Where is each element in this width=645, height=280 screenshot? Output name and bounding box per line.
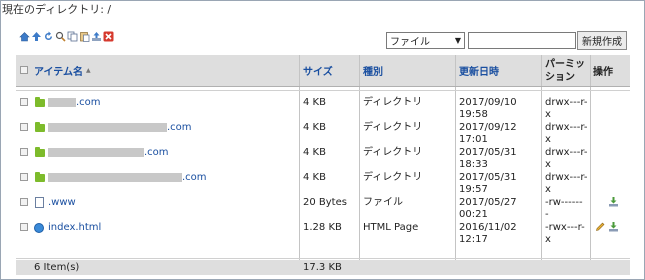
row-type: ファイル: [363, 197, 403, 208]
folder-icon: [35, 122, 45, 132]
download-icon[interactable]: [608, 221, 619, 232]
row-permission: drwx---r-: [545, 172, 588, 183]
chevron-down-icon: ▼: [454, 36, 461, 45]
row-time: 12:17: [459, 234, 488, 245]
paste-icon[interactable]: [79, 31, 90, 42]
edit-pencil-icon[interactable]: [595, 221, 606, 232]
table-row[interactable]: .www 20 Bytes ファイル 2017/05/27 00:21 -rw-…: [16, 195, 630, 220]
row-type: ディレクトリ: [363, 122, 423, 133]
row-type: ディレクトリ: [363, 172, 423, 183]
home-icon[interactable]: [19, 31, 30, 42]
column-header-type[interactable]: 種別: [363, 55, 383, 86]
table-footer: 6 Item(s) 17.3 KB: [16, 260, 630, 275]
refresh-icon[interactable]: [43, 31, 54, 42]
column-header-modified[interactable]: 更新日時: [459, 55, 499, 86]
new-create-button[interactable]: 新規作成: [577, 31, 627, 50]
redacted-text: [48, 172, 182, 182]
row-date: 2016/11/02: [459, 222, 517, 233]
row-permission: -rw------: [545, 197, 583, 208]
footer-divider: [16, 258, 630, 259]
row-date: 2017/05/31: [459, 172, 517, 183]
total-size: 17.3 KB: [303, 262, 342, 273]
column-header-name[interactable]: アイテム名 ▲: [34, 55, 91, 86]
select-all-checkbox[interactable]: [20, 66, 28, 74]
row-permission-cont: x: [545, 234, 551, 245]
row-permission: -rwx---r-: [545, 222, 585, 233]
row-checkbox[interactable]: [20, 173, 28, 181]
table-row[interactable]: .com 4 KB ディレクトリ 2017/05/31 19:57 drwx--…: [16, 170, 630, 195]
type-filter-select[interactable]: ファイル ▼: [386, 32, 465, 49]
item-count: 6 Item(s): [34, 262, 80, 273]
redacted-text: [48, 97, 76, 107]
table-row[interactable]: .com 4 KB ディレクトリ 2017/09/10 19:58 drwx--…: [16, 95, 630, 120]
row-size: 20 Bytes: [303, 197, 347, 208]
html-icon: [34, 223, 44, 233]
row-name-link[interactable]: .com: [48, 97, 101, 109]
upload-icon[interactable]: [91, 31, 102, 42]
folder-icon: [35, 97, 45, 107]
row-name-link[interactable]: .com: [48, 147, 169, 159]
current-directory: 現在のディレクトリ: /: [2, 3, 112, 16]
row-permission: drwx---r-: [545, 97, 588, 108]
redacted-text: [48, 122, 167, 132]
row-checkbox[interactable]: [20, 148, 28, 156]
row-name-link[interactable]: .com: [48, 172, 207, 184]
column-header-size[interactable]: サイズ: [303, 55, 333, 86]
row-checkbox[interactable]: [20, 123, 28, 131]
row-checkbox[interactable]: [20, 198, 28, 206]
download-icon[interactable]: [608, 196, 619, 207]
up-arrow-icon[interactable]: [31, 31, 42, 42]
row-checkbox[interactable]: [20, 98, 28, 106]
header-divider: [16, 90, 630, 91]
column-header-permission: パーミッ ション: [545, 58, 585, 83]
row-size: 4 KB: [303, 147, 326, 158]
folder-icon: [35, 172, 45, 182]
row-size: 4 KB: [303, 97, 326, 108]
row-name-link[interactable]: index.html: [48, 222, 101, 234]
row-type: ディレクトリ: [363, 147, 423, 158]
row-permission: drwx---r-: [545, 122, 588, 133]
row-permission: drwx---r-: [545, 147, 588, 158]
row-type: ディレクトリ: [363, 97, 423, 108]
row-type: HTML Page: [363, 222, 419, 233]
row-size: 4 KB: [303, 172, 326, 183]
toolbar: [19, 31, 114, 42]
table-row[interactable]: .com 4 KB ディレクトリ 2017/09/12 17:01 drwx--…: [16, 120, 630, 145]
search-icon[interactable]: [55, 31, 66, 42]
row-name-link[interactable]: .www: [48, 197, 76, 209]
redacted-text: [48, 147, 144, 157]
row-size: 4 KB: [303, 122, 326, 133]
row-date: 2017/09/12: [459, 122, 517, 133]
row-date: 2017/09/10: [459, 97, 517, 108]
row-size: 1.28 KB: [303, 222, 342, 233]
table-row[interactable]: .com 4 KB ディレクトリ 2017/05/31 18:33 drwx--…: [16, 145, 630, 170]
table-row[interactable]: index.html 1.28 KB HTML Page 2016/11/02 …: [16, 220, 630, 245]
type-filter-value: ファイル: [390, 37, 430, 48]
header-divider: [16, 86, 630, 87]
sort-ascending-icon: ▲: [86, 67, 91, 74]
row-checkbox[interactable]: [20, 223, 28, 231]
row-date: 2017/05/27: [459, 197, 517, 208]
column-header-actions: 操作: [593, 67, 613, 78]
folder-icon: [35, 147, 45, 157]
table-header: アイテム名 ▲ サイズ 種別 更新日時 パーミッ ション 操作: [16, 55, 630, 86]
row-date: 2017/05/31: [459, 147, 517, 158]
delete-icon[interactable]: [103, 31, 114, 42]
copy-icon[interactable]: [67, 31, 78, 42]
new-item-name-input[interactable]: [468, 32, 576, 49]
row-name-link[interactable]: .com: [48, 122, 192, 134]
file-icon: [35, 197, 44, 208]
